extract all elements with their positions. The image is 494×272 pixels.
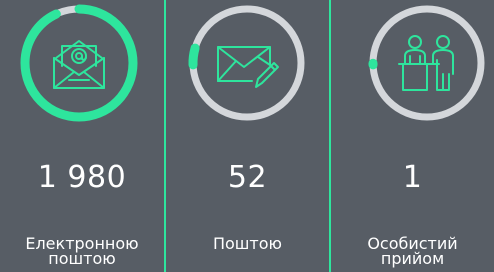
email-envelope-icon	[53, 40, 105, 89]
stat-count: 52	[227, 160, 268, 195]
stat-label-line: поштою	[48, 249, 116, 268]
stat-label: Електронною поштою	[0, 236, 164, 268]
stat-label: Поштою	[166, 234, 329, 253]
stat-card-email: 1 980 Електронною поштою	[0, 0, 164, 272]
stat-card-post: 52 Поштою	[166, 0, 329, 272]
stat-count: 1 980	[37, 160, 127, 195]
stat-count: 1	[402, 160, 423, 195]
stat-label-line: прийом	[380, 249, 445, 268]
reception-people-icon	[398, 35, 454, 91]
stat-label-line: Поштою	[212, 234, 283, 253]
stat-card-reception: 1 Особистий прийом	[331, 0, 494, 272]
letter-pen-icon	[217, 46, 279, 88]
stat-label: Особистий прийом	[331, 236, 494, 268]
